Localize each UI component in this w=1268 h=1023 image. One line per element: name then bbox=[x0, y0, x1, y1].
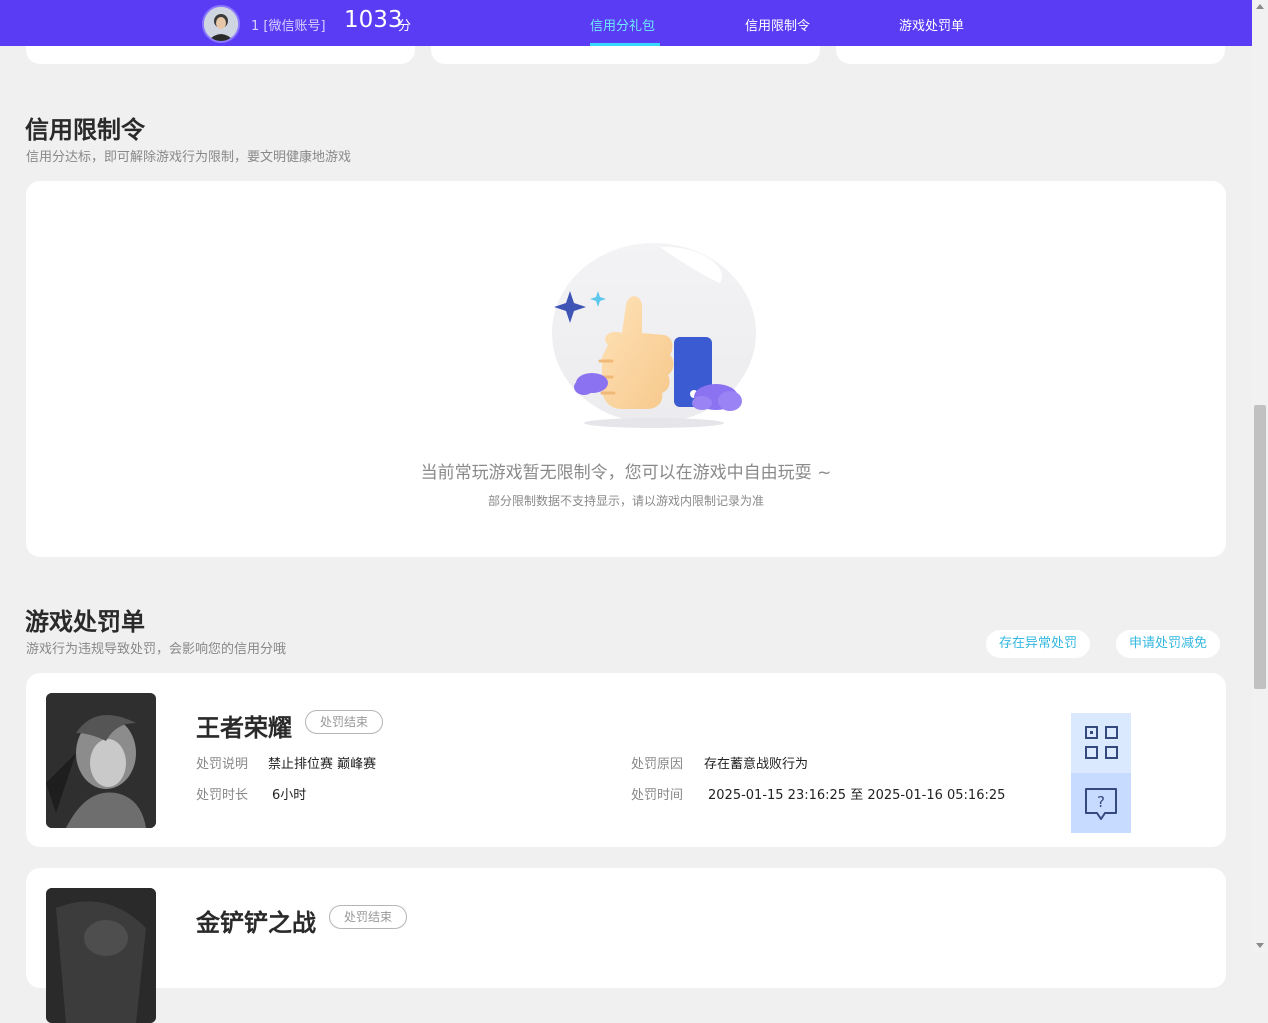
game-cover-image bbox=[46, 888, 156, 1023]
penalty-time-value: 2025-01-15 23:16:25 至 2025-01-16 05:16:2… bbox=[708, 788, 1006, 803]
help-bubble-icon[interactable]: ? bbox=[1071, 773, 1131, 833]
credit-score-unit: 分 bbox=[398, 19, 412, 34]
game-name: 金铲铲之战 bbox=[196, 909, 316, 937]
penalty-card: 王者荣耀 处罚结束 处罚说明 禁止排位赛 巅峰赛 处罚原因 存在蓄意战败行为 处… bbox=[26, 673, 1226, 847]
vertical-scrollbar[interactable] bbox=[1252, 0, 1268, 952]
svg-text:?: ? bbox=[1097, 793, 1105, 811]
penalty-time-label: 处罚时间 bbox=[631, 788, 684, 803]
restriction-subtitle: 信用分达标，即可解除游戏行为限制，要文明健康地游戏 bbox=[26, 150, 352, 165]
user-id: 1 [微信账号] bbox=[251, 19, 326, 34]
avatar[interactable] bbox=[202, 5, 240, 43]
penalty-subtitle: 游戏行为违规导致处罚，会影响您的信用分哦 bbox=[26, 642, 287, 657]
penalty-card: 金铲铲之战 处罚结束 bbox=[26, 868, 1226, 1023]
scrollbar-thumb[interactable] bbox=[1254, 405, 1266, 689]
restriction-title: 信用限制令 bbox=[25, 116, 145, 144]
game-name: 王者荣耀 bbox=[196, 714, 292, 742]
penalty-duration-value: 6小时 bbox=[272, 788, 307, 803]
nav-active-indicator bbox=[590, 43, 660, 46]
game-cover-image bbox=[46, 693, 156, 828]
nav-credit-gift[interactable]: 信用分礼包 bbox=[590, 15, 655, 34]
penalty-desc-value: 禁止排位赛 巅峰赛 bbox=[268, 757, 377, 772]
top-bar: 1 [微信账号] 1033 分 信用分礼包 信用限制令 游戏处罚单 bbox=[0, 0, 1252, 46]
credit-score: 1033 bbox=[344, 7, 403, 33]
penalty-desc-label: 处罚说明 bbox=[196, 757, 249, 772]
penalty-reason-value: 存在蓄意战败行为 bbox=[704, 757, 809, 772]
apply-penalty-relief-button[interactable]: 申请处罚减免 bbox=[1116, 630, 1221, 658]
penalty-reason-label: 处罚原因 bbox=[631, 757, 684, 772]
scroll-up-arrow-icon[interactable] bbox=[1256, 4, 1264, 9]
qr-code-icon[interactable] bbox=[1071, 713, 1131, 773]
penalty-title: 游戏处罚单 bbox=[25, 608, 145, 636]
nav-credit-restriction[interactable]: 信用限制令 bbox=[745, 15, 810, 34]
empty-state-message: 当前常玩游戏暂无限制令，您可以在游戏中自由玩耍 ~ bbox=[420, 463, 832, 483]
status-badge: 处罚结束 bbox=[329, 905, 408, 929]
restriction-card: 当前常玩游戏暂无限制令，您可以在游戏中自由玩耍 ~ 部分限制数据不支持显示，请以… bbox=[26, 181, 1226, 557]
empty-state-note: 部分限制数据不支持显示，请以游戏内限制记录为准 bbox=[487, 494, 764, 508]
thumbs-up-illustration bbox=[530, 237, 770, 437]
nav-game-penalty[interactable]: 游戏处罚单 bbox=[899, 15, 964, 34]
scroll-down-arrow-icon[interactable] bbox=[1256, 943, 1264, 948]
penalty-duration-label: 处罚时长 bbox=[196, 788, 249, 803]
status-badge: 处罚结束 bbox=[305, 710, 384, 734]
abnormal-penalty-button[interactable]: 存在异常处罚 bbox=[986, 630, 1091, 658]
